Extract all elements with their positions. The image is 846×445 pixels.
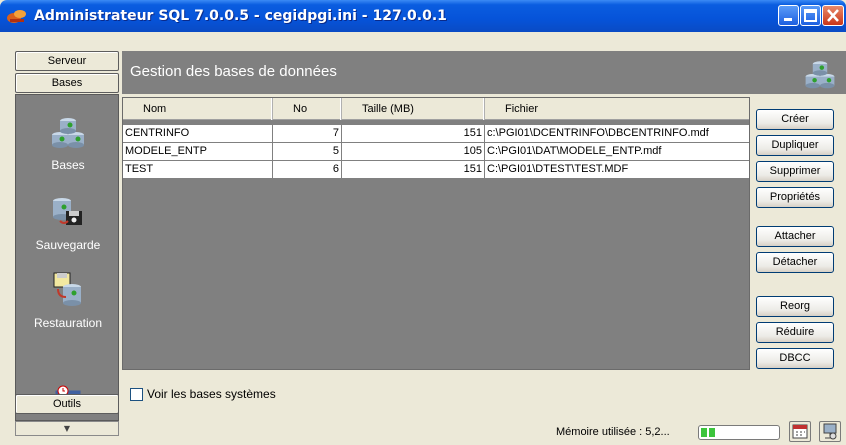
group-serveur-button[interactable]: Serveur: [15, 51, 119, 71]
database-icon: [52, 118, 84, 148]
cell-no: 7: [273, 125, 342, 142]
cell-taille: 151: [342, 161, 485, 178]
maximize-button[interactable]: [800, 5, 821, 26]
network-icon: [823, 423, 837, 440]
nav-item-bases[interactable]: Bases: [16, 113, 118, 172]
backup-icon: [53, 198, 82, 225]
databases-table[interactable]: Nom No Taille (MB) Fichier CENTRINFO 7 1…: [122, 97, 750, 370]
reduire-button[interactable]: Réduire: [756, 322, 834, 343]
cell-no: 5: [273, 143, 342, 160]
cell-no: 6: [273, 161, 342, 178]
cell-nom: TEST: [123, 161, 273, 178]
table-row[interactable]: CENTRINFO 7 151 c:\PGI01\DCENTRINFO\DBCE…: [123, 125, 749, 143]
cell-nom: CENTRINFO: [123, 125, 273, 142]
attacher-button[interactable]: Attacher: [756, 226, 834, 247]
calendar-icon: [792, 424, 808, 439]
title-bar: Administrateur SQL 7.0.0.5 - cegidpgi.in…: [0, 0, 846, 32]
nav-scroll-down-button[interactable]: ▼: [15, 421, 119, 436]
navigation-bar: Serveur Bases Bases Sauvegarde Restaurat…: [15, 51, 119, 436]
cell-nom: MODELE_ENTP: [123, 143, 273, 160]
restore-icon: [53, 272, 81, 306]
calendar-button[interactable]: [789, 421, 811, 442]
detacher-button[interactable]: Détacher: [756, 252, 834, 273]
creer-button[interactable]: Créer: [756, 109, 834, 130]
table-row[interactable]: MODELE_ENTP 5 105 C:\PGI01\DAT\MODELE_EN…: [123, 143, 749, 161]
nav-item-label: Sauvegarde: [35, 238, 101, 252]
group-bases-button[interactable]: Bases: [15, 73, 119, 93]
page-header: Gestion des bases de données: [122, 51, 846, 94]
supprimer-button[interactable]: Supprimer: [756, 161, 834, 182]
cell-fichier: C:\PGI01\DTEST\TEST.MDF: [485, 161, 749, 178]
memory-progress-bar: [698, 425, 780, 440]
window-title: Administrateur SQL 7.0.0.5 - cegidpgi.in…: [34, 8, 447, 24]
memory-label: Mémoire utilisée : 5,2...: [556, 426, 670, 438]
cell-taille: 105: [342, 143, 485, 160]
column-header-taille[interactable]: Taille (MB): [342, 98, 485, 120]
reorg-button[interactable]: Reorg: [756, 296, 834, 317]
minimize-button[interactable]: [778, 5, 799, 26]
databases-icon: [805, 61, 835, 89]
dbcc-button[interactable]: DBCC: [756, 348, 834, 369]
column-header-fichier[interactable]: Fichier: [485, 98, 749, 120]
cell-fichier: C:\PGI01\DAT\MODELE_ENTP.mdf: [485, 143, 749, 160]
table-header: Nom No Taille (MB) Fichier: [123, 98, 749, 120]
system-databases-label[interactable]: Voir les bases systèmes: [147, 387, 276, 401]
network-button[interactable]: [819, 421, 841, 442]
nav-item-label: Restauration: [33, 316, 103, 330]
column-header-nom[interactable]: Nom: [123, 98, 273, 120]
page-title: Gestion des bases de données: [130, 63, 337, 80]
nav-item-sauvegarde[interactable]: Sauvegarde: [16, 193, 118, 252]
group-outils-button[interactable]: Outils: [15, 394, 119, 414]
app-icon: [6, 7, 28, 25]
nav-item-restauration[interactable]: Restauration: [16, 271, 118, 330]
nav-panel: Bases Sauvegarde Restauration: [15, 94, 119, 421]
close-button[interactable]: [822, 5, 844, 26]
table-row[interactable]: TEST 6 151 C:\PGI01\DTEST\TEST.MDF: [123, 161, 749, 179]
proprietes-button[interactable]: Propriétés: [756, 187, 834, 208]
cell-taille: 151: [342, 125, 485, 142]
cell-fichier: c:\PGI01\DCENTRINFO\DBCENTRINFO.mdf: [485, 125, 749, 142]
dupliquer-button[interactable]: Dupliquer: [756, 135, 834, 156]
system-databases-checkbox[interactable]: [130, 388, 143, 401]
column-header-no[interactable]: No: [273, 98, 342, 120]
memory-progress-fill: [701, 428, 717, 437]
nav-item-label: Bases: [51, 158, 85, 172]
